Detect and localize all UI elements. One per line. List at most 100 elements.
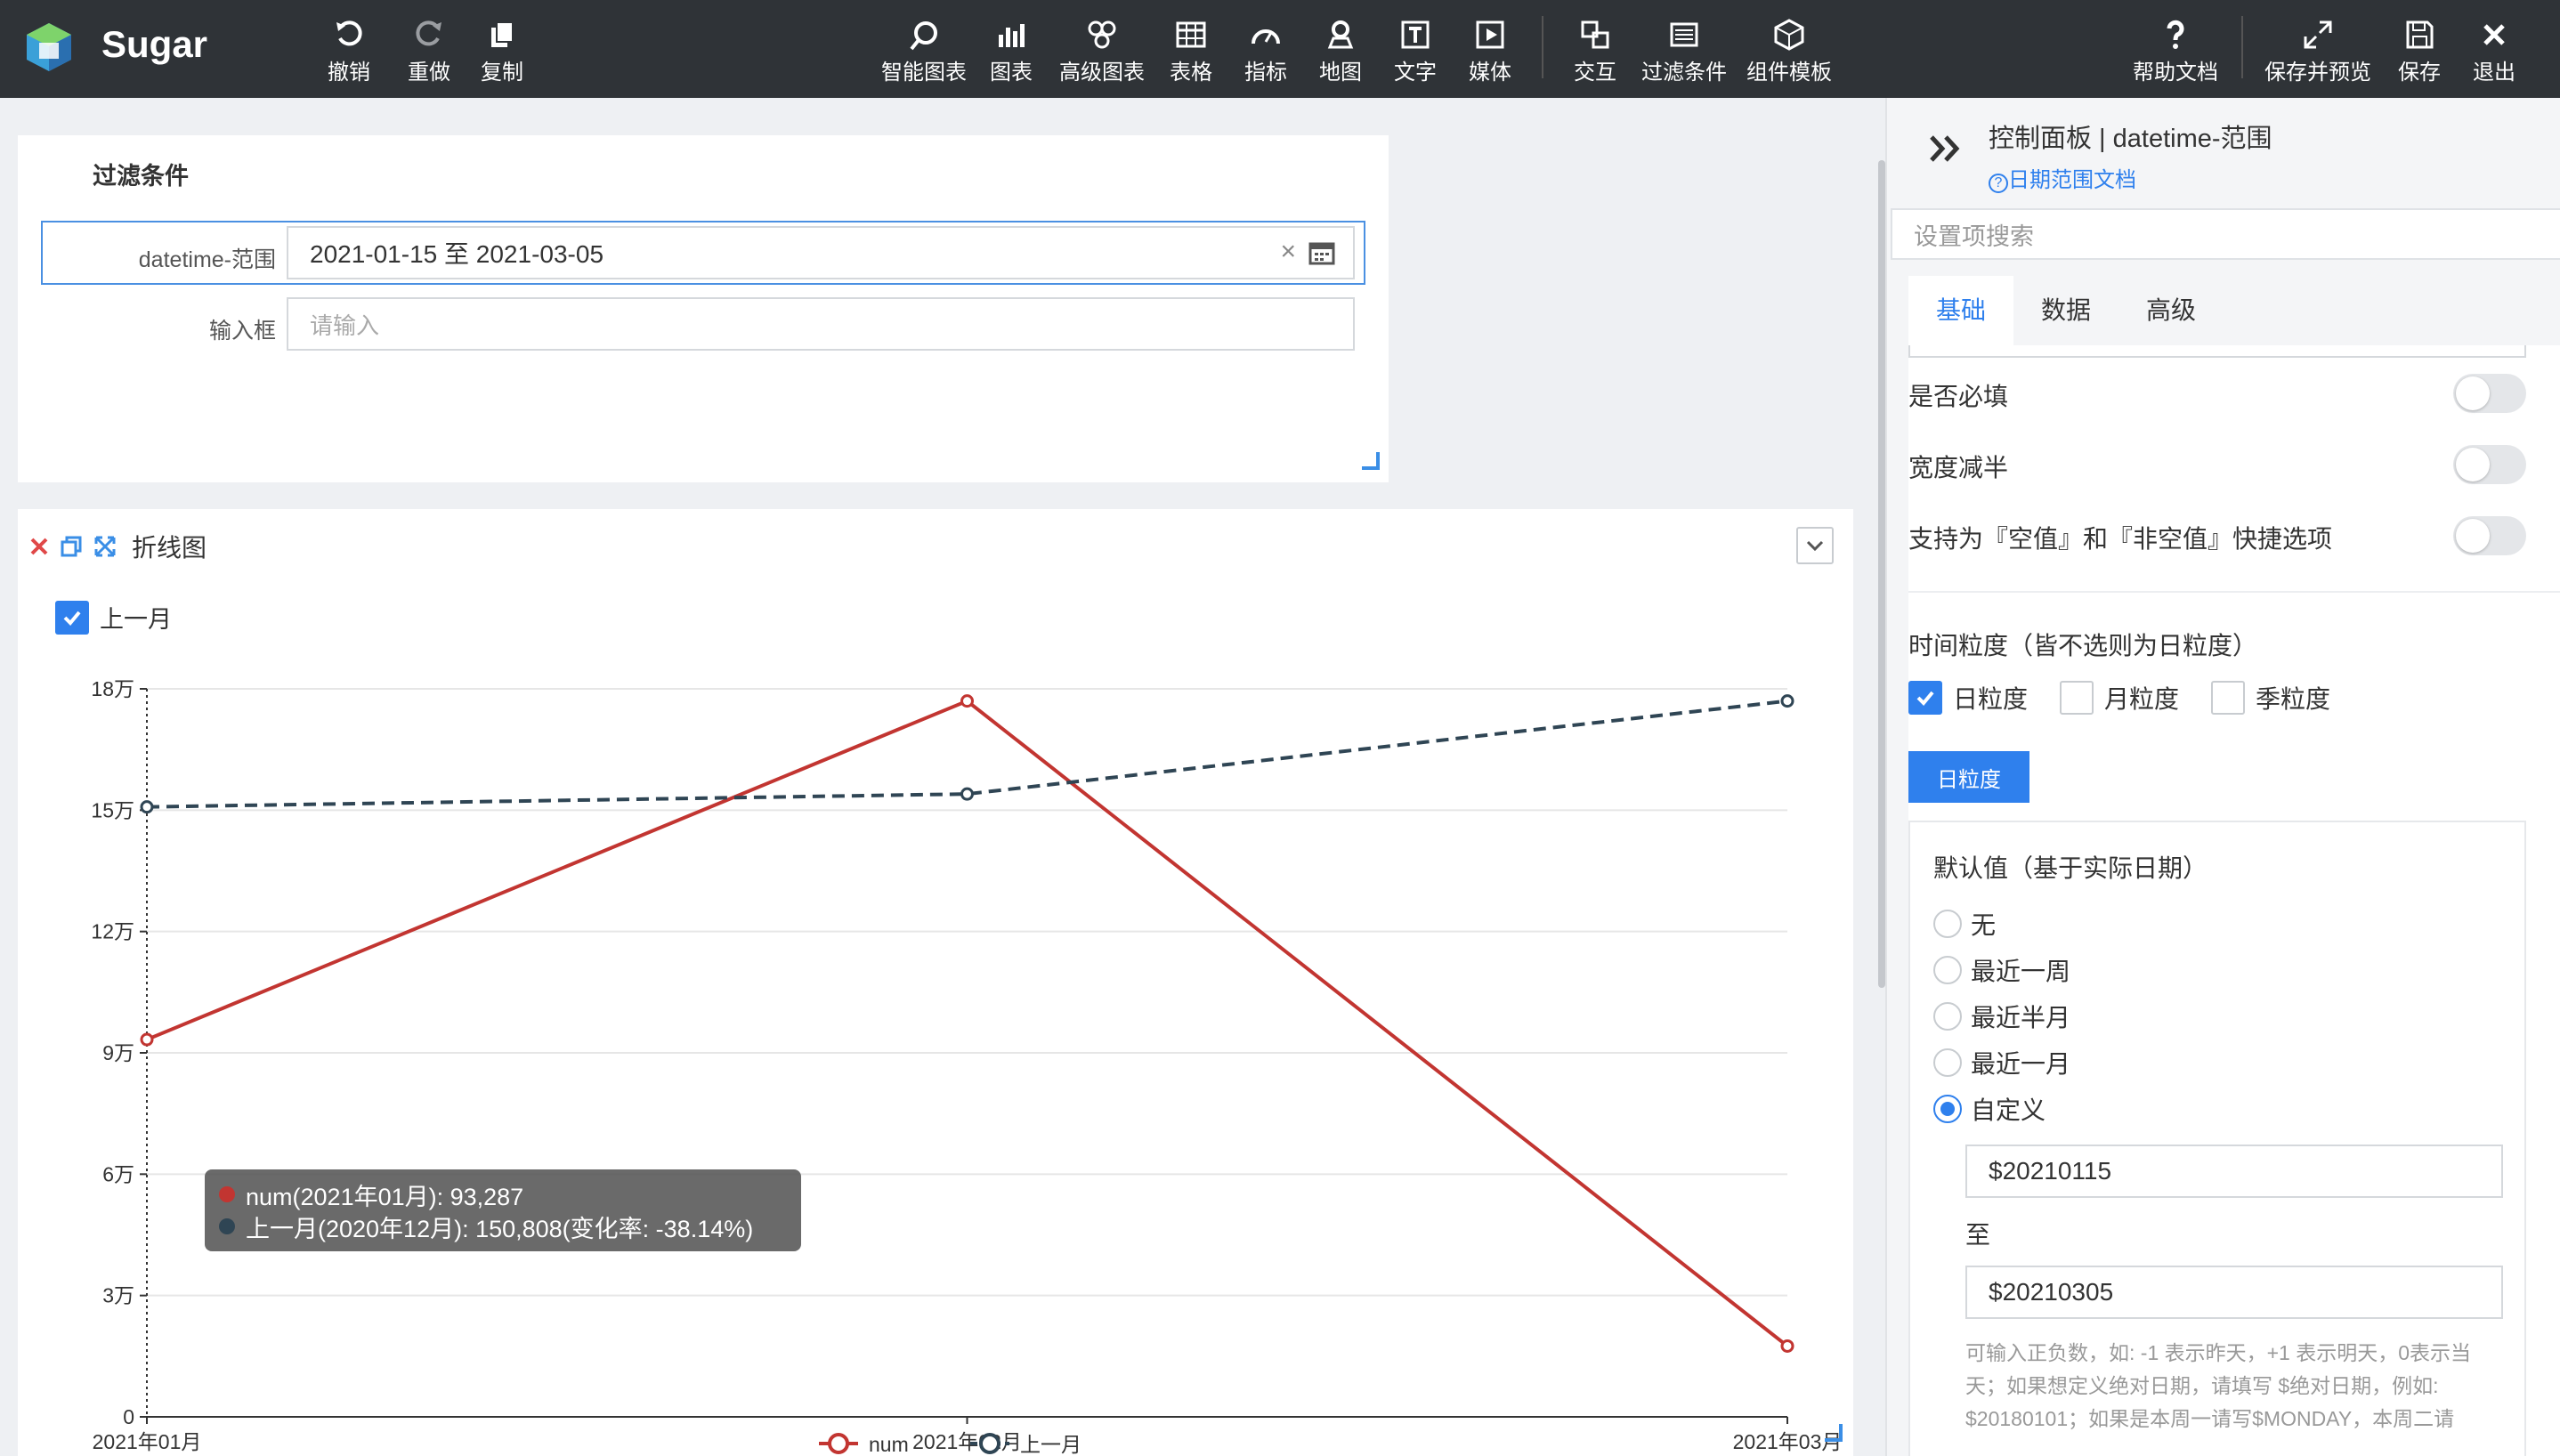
filter-panel[interactable]: 过滤条件 datetime-范围 2021-01-15 至 2021-03-05… <box>18 135 1389 482</box>
close-icon <box>2483 24 2505 45</box>
default-half-month-option[interactable]: 最近半月 <box>1933 999 2070 1034</box>
table-button[interactable]: 表格 <box>1170 9 1212 91</box>
datetime-range-value: 2021-01-15 至 2021-03-05 <box>310 240 604 268</box>
clear-icon[interactable]: × <box>1280 237 1296 267</box>
radio-icon[interactable] <box>1933 956 1962 984</box>
null-option-toggle[interactable] <box>2453 516 2526 555</box>
custom-start-input[interactable]: $20210115 <box>1965 1145 2503 1198</box>
smart-chart-button[interactable]: 智能图表 <box>881 9 967 91</box>
copy-button[interactable]: 复制 <box>481 9 523 91</box>
text-icon <box>1401 20 1430 49</box>
radio-icon[interactable] <box>1933 1002 1962 1031</box>
settings-search-input[interactable]: 设置项搜索 <box>1891 208 2560 260</box>
calendar-icon[interactable] <box>1308 240 1335 267</box>
default-value-title: 默认值（基于实际日期） <box>1933 854 2208 882</box>
quarter-granularity-label: 季粒度 <box>2256 685 2331 713</box>
media-button[interactable]: 媒体 <box>1469 9 1511 91</box>
line-chart: 03万6万9万12万15万18万2021年01月 2021年02月 2021年03月… <box>91 677 1842 1456</box>
collapse-panel-icon[interactable] <box>1928 133 1964 164</box>
date-range-doc-link[interactable]: ? 日期范围文档 <box>1989 162 2136 193</box>
save-disk-icon <box>2406 20 2434 49</box>
quarter-granularity-checkbox[interactable] <box>2211 681 2246 715</box>
map-button[interactable]: 地图 <box>1319 9 1362 91</box>
interaction-button[interactable]: 交互 <box>1574 9 1616 91</box>
custom-to-label: 至 <box>1965 1221 1991 1249</box>
component-template-button[interactable]: 组件模板 <box>1746 9 1832 91</box>
line-chart-panel[interactable]: 0 3万 6万 9万 12万 15万 18万 2021年01月 2021年02月 2021年03月… <box>18 509 1853 1456</box>
data-point <box>960 787 974 801</box>
default-last-week-option[interactable]: 最近一周 <box>1933 952 2070 988</box>
fullscreen-icon[interactable] <box>93 534 117 559</box>
x-tick-label: 2021年01月 <box>93 1430 202 1453</box>
day-granularity-checkbox[interactable] <box>1908 681 1942 715</box>
datetime-range-label: datetime-范围 <box>138 247 276 272</box>
input-box-label: 输入框 <box>208 319 276 344</box>
chevron-down-icon <box>1806 540 1824 552</box>
canvas-scrollbar-thumb[interactable] <box>1878 160 1885 988</box>
required-toggle[interactable] <box>2453 374 2526 413</box>
metric-button[interactable]: 指标 <box>1244 9 1287 91</box>
tab-advanced[interactable]: 高级 <box>2118 276 2224 345</box>
chart-menu-button[interactable] <box>1796 527 1834 564</box>
help-docs-button[interactable]: 帮助文档 <box>2133 9 2218 91</box>
text-button[interactable]: 文字 <box>1394 9 1437 91</box>
tooltip-line-prev: 上一月(2020年12月): 150,808(变化率: -38.14%) <box>246 1215 754 1242</box>
default-custom-option[interactable]: 自定义 <box>1933 1091 2046 1127</box>
half-width-toggle[interactable] <box>2453 445 2526 484</box>
num-series-dot-icon <box>219 1186 235 1202</box>
day-granularity-button[interactable]: 日粒度 <box>1908 751 2029 803</box>
control-panel-tabs: 基础 数据 高级 <box>1908 276 2560 345</box>
name-field[interactable]: dateRange <box>1908 345 2526 358</box>
granularity-options: 日粒度 月粒度 季粒度 <box>1908 680 2330 716</box>
interaction-icon <box>1581 20 1609 49</box>
legend-label: 上一月 <box>1020 1433 1082 1456</box>
y-tick-label: 6万 <box>102 1162 134 1185</box>
custom-end-input[interactable]: $20210305 <box>1965 1266 2503 1319</box>
default-none-option[interactable]: 无 <box>1933 906 1996 942</box>
filter-label: 过滤条件 <box>1641 61 1727 85</box>
help-circle-icon: ? <box>1989 174 2008 193</box>
month-granularity-checkbox[interactable] <box>2060 681 2094 715</box>
save-button[interactable]: 保存 <box>2398 9 2441 91</box>
legend-marker <box>828 1433 849 1454</box>
metric-label: 指标 <box>1244 61 1287 85</box>
control-panel-title: 控制面板 | datetime-范围 <box>1989 125 2272 153</box>
duplicate-icon[interactable] <box>59 534 84 559</box>
prev-month-toggle[interactable]: 上一月 <box>55 600 172 635</box>
media-play-icon <box>1476 20 1504 49</box>
expand-icon <box>2304 20 2332 49</box>
exit-button[interactable]: 退出 <box>2473 9 2515 91</box>
chart-button[interactable]: 图表 <box>990 9 1033 91</box>
filter-button[interactable]: 过滤条件 <box>1641 9 1727 91</box>
copy-label: 复制 <box>481 61 523 85</box>
half-width-label: 宽度减半 <box>1908 454 2009 481</box>
datetime-range-input[interactable]: 2021-01-15 至 2021-03-05 × <box>287 226 1355 279</box>
radio-icon[interactable] <box>1933 910 1962 938</box>
save-preview-button[interactable]: 保存并预览 <box>2264 9 2371 91</box>
control-panel: 控制面板 | datetime-范围 ? 日期范围文档 设置项搜索 基础 数据 高… <box>1885 98 2560 1456</box>
resize-handle-icon[interactable] <box>1362 452 1380 470</box>
tab-data[interactable]: 数据 <box>2013 276 2118 345</box>
divider <box>1908 591 2560 593</box>
advanced-chart-button[interactable]: 高级图表 <box>1059 9 1145 91</box>
text-input-placeholder: 请输入 <box>310 311 380 339</box>
radio-selected-icon[interactable] <box>1933 1095 1962 1123</box>
undo-label: 撤销 <box>328 61 370 85</box>
chart-header: 折线图 <box>28 529 207 564</box>
legend-marker <box>979 1433 1001 1454</box>
text-input[interactable]: 请输入 <box>287 297 1355 351</box>
custom-hint-text: 可输入正负数，如: -1 表示昨天，+1 表示明天，0表示当天；如果想定义绝对日… <box>1965 1341 2472 1430</box>
tab-basic[interactable]: 基础 <box>1908 276 2013 345</box>
required-label: 是否必填 <box>1908 383 2009 410</box>
checkbox-checked-icon[interactable] <box>55 600 89 635</box>
undo-button[interactable]: 撤销 <box>328 9 370 91</box>
delete-icon[interactable] <box>28 536 50 557</box>
default-last-month-option[interactable]: 最近一月 <box>1933 1045 2070 1080</box>
null-option-label: 支持为『空值』和『非空值』快捷选项 <box>1908 525 2333 553</box>
save-label: 保存 <box>2398 61 2441 85</box>
tooltip-line-num: num(2021年01月): 93,287 <box>246 1183 524 1210</box>
radio-icon[interactable] <box>1933 1048 1962 1077</box>
data-point <box>960 694 974 708</box>
redo-button[interactable]: 重做 <box>408 9 450 91</box>
resize-handle-icon[interactable] <box>1825 1424 1843 1442</box>
